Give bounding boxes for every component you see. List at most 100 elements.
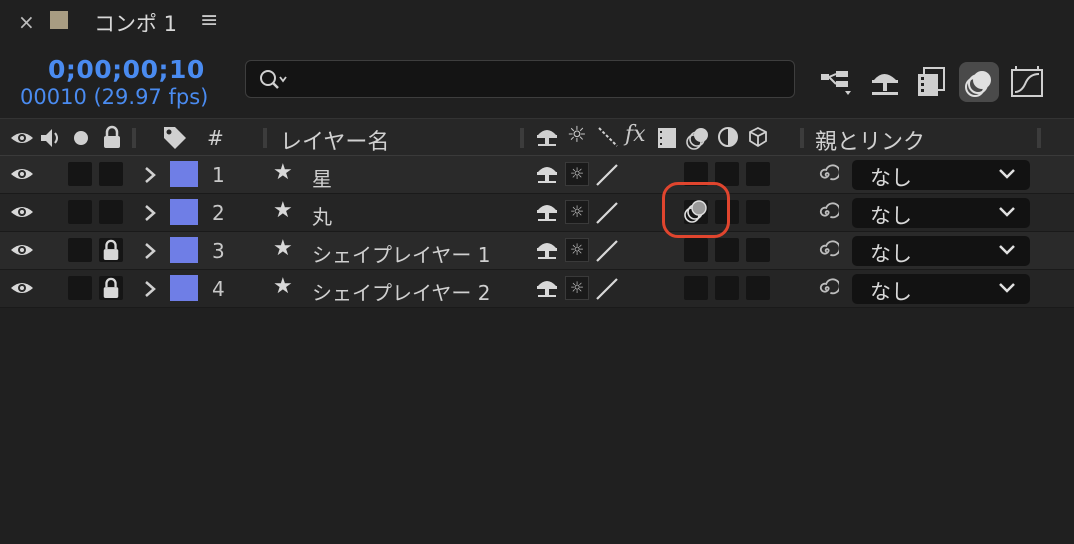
eye-icon[interactable] [10,129,34,147]
label-color-chip[interactable] [170,199,198,225]
comp-tab-title[interactable]: コンポ 1 [94,8,177,38]
shape-star-icon: ★ [273,236,293,261]
column-header-layer-name[interactable]: レイヤー名 [280,124,389,156]
layer-row[interactable]: 4 ★ シェイプレイヤー 2 ☼ なし [0,270,1074,308]
layer-column-header: # レイヤー名 ☼ fx 親とリンク [0,118,1074,156]
solo-switch[interactable] [68,238,92,262]
adjustment-switch[interactable] [715,238,739,262]
layer-number: 3 [212,239,225,263]
current-time-display[interactable]: 0;00;00;10 [48,55,205,84]
parent-dropdown[interactable]: なし [852,274,1030,304]
lock-icon [101,239,121,265]
column-header-number[interactable]: # [207,126,224,150]
parent-value: なし [870,204,912,228]
adjustment-switch[interactable] [715,276,739,300]
chevron-right-icon[interactable] [143,280,157,298]
shy-switch-icon[interactable] [535,238,559,266]
hamburger-icon[interactable]: ≡ [200,8,218,33]
column-header-parent-link[interactable]: 親とリンク [815,124,925,156]
graph-editor-icon[interactable] [1008,62,1048,102]
lock-switch[interactable] [99,200,123,224]
chevron-down-icon [999,283,1015,293]
parent-dropdown[interactable]: なし [852,236,1030,266]
layer-name[interactable]: 丸 [312,201,332,230]
frame-count-display: 00010 (29.97 fps) [20,85,209,109]
solo-switch[interactable] [68,162,92,186]
adjustment-layer-icon[interactable] [717,126,739,148]
shape-star-icon: ★ [273,274,293,299]
label-color-chip[interactable] [170,237,198,263]
quality-slash-icon[interactable] [594,162,620,188]
lock-icon[interactable] [101,125,123,149]
shape-star-icon: ★ [273,198,293,223]
parent-value: なし [870,242,912,266]
search-icon[interactable] [258,67,292,93]
quality-slash-icon[interactable] [594,276,620,302]
3d-layer-switch[interactable] [746,200,770,224]
shy-icon[interactable] [535,125,559,149]
motion-blur-switch[interactable] [684,238,708,262]
pickwhip-spiral-icon[interactable] [815,201,841,229]
effects-fx-icon[interactable]: fx [625,122,646,147]
collapse-switch[interactable]: ☼ [565,276,589,300]
layer-row[interactable]: 1 ★ 星 ☼ なし [0,156,1074,194]
quality-slash-icon[interactable] [594,238,620,264]
pickwhip-spiral-icon[interactable] [815,163,841,191]
search-input[interactable] [296,67,780,93]
lock-switch[interactable] [99,276,123,300]
chevron-down-icon [999,207,1015,217]
collapse-switch[interactable]: ☼ [565,238,589,262]
motion-blur-switch[interactable] [684,276,708,300]
label-color-chip[interactable] [170,161,198,187]
3d-layer-switch[interactable] [746,238,770,262]
speaker-icon[interactable] [39,127,63,149]
layer-name[interactable]: シェイプレイヤー 2 [312,277,490,306]
chevron-right-icon[interactable] [143,166,157,184]
draft-3d-icon[interactable] [866,62,906,102]
pickwhip-spiral-icon[interactable] [815,277,841,305]
visibility-eye-icon[interactable] [10,279,34,301]
parent-dropdown[interactable]: なし [852,160,1030,190]
solo-switch[interactable] [68,276,92,300]
solo-switch[interactable] [68,200,92,224]
parent-value: なし [870,166,912,190]
chevron-right-icon[interactable] [143,242,157,260]
composition-mini-flowchart-icon[interactable] [818,62,858,102]
lock-switch[interactable] [99,238,123,262]
motion-blur-icon[interactable] [959,62,999,102]
solo-icon[interactable] [73,130,89,146]
chevron-right-icon[interactable] [143,204,157,222]
visibility-eye-icon[interactable] [10,203,34,225]
layer-name[interactable]: 星 [312,163,332,192]
layer-row[interactable]: 2 ★ 丸 ☼ なし [0,194,1074,232]
collapse-switch[interactable]: ☼ [565,162,589,186]
pickwhip-spiral-icon[interactable] [815,239,841,267]
frame-blending-column-icon[interactable] [656,126,678,150]
collapse-transformations-icon[interactable]: ☼ [567,123,587,148]
shy-switch-icon[interactable] [535,200,559,228]
frame-blending-icon[interactable] [912,62,952,102]
visibility-eye-icon[interactable] [10,241,34,263]
layer-number: 1 [212,163,225,187]
layer-row[interactable]: 3 ★ シェイプレイヤー 1 ☼ なし [0,232,1074,270]
visibility-eye-icon[interactable] [10,165,34,187]
shy-switch-icon[interactable] [535,162,559,190]
label-tag-icon[interactable] [162,125,188,151]
highlight-annotation [662,182,730,238]
shy-switch-icon[interactable] [535,276,559,304]
lock-switch[interactable] [99,162,123,186]
parent-value: なし [870,280,912,304]
3d-layer-switch[interactable] [746,162,770,186]
3d-layer-switch[interactable] [746,276,770,300]
layer-search-box[interactable] [245,60,795,98]
layer-name[interactable]: シェイプレイヤー 1 [312,239,490,268]
parent-dropdown[interactable]: なし [852,198,1030,228]
collapse-switch[interactable]: ☼ [565,200,589,224]
quality-icon[interactable] [597,126,619,148]
3d-layer-cube-icon[interactable] [747,126,769,148]
label-color-chip[interactable] [170,275,198,301]
quality-slash-icon[interactable] [594,200,620,226]
chevron-down-icon [999,245,1015,255]
motion-blur-column-icon[interactable] [684,124,712,152]
close-tab-button[interactable]: × [18,10,35,34]
